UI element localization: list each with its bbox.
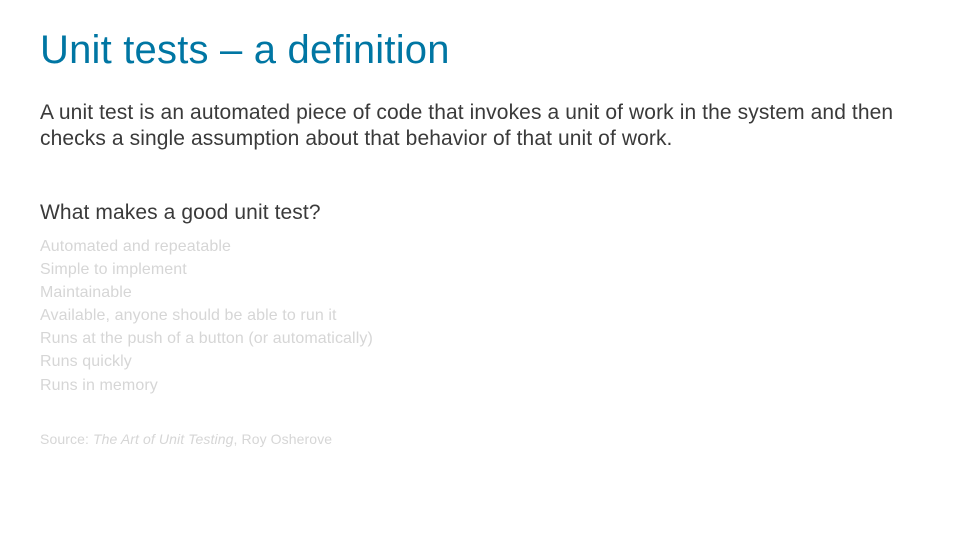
source-author: , Roy Osherove [234,431,333,447]
slide: Unit tests – a definition A unit test is… [0,0,960,540]
bullet-list: Automated and repeatable Simple to imple… [40,235,920,397]
list-item: Runs quickly [40,350,920,373]
definition-paragraph: A unit test is an automated piece of cod… [40,100,920,153]
source-book-title: The Art of Unit Testing [93,431,234,447]
source-prefix: Source: [40,431,93,447]
slide-title: Unit tests – a definition [40,28,920,72]
list-item: Runs at the push of a button (or automat… [40,327,920,350]
subheading: What makes a good unit test? [40,201,920,225]
list-item: Simple to implement [40,258,920,281]
list-item: Automated and repeatable [40,235,920,258]
list-item: Maintainable [40,281,920,304]
list-item: Runs in memory [40,374,920,397]
source-citation: Source: The Art of Unit Testing, Roy Osh… [40,431,920,447]
list-item: Available, anyone should be able to run … [40,304,920,327]
